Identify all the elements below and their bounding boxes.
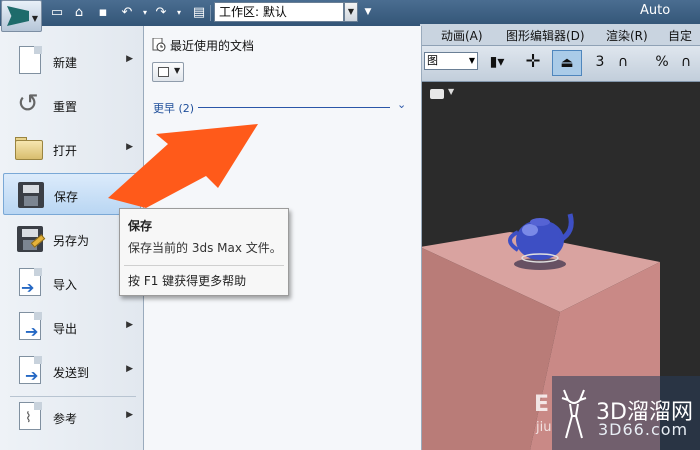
app-title: Auto (640, 3, 671, 18)
export-icon: ➔ (15, 312, 45, 342)
menu-item-label: 另存为 (53, 234, 90, 248)
customize-toolbar-icon[interactable]: ▼ (362, 4, 374, 20)
open-file-icon[interactable]: ⌂ (70, 4, 88, 22)
menu-item-label: 重置 (53, 100, 78, 114)
viewport-menu-icon (430, 89, 444, 99)
workspace-select[interactable]: 工作区: 默认 (214, 2, 344, 22)
submenu-arrow-icon: ▶ (126, 54, 133, 64)
chevron-down-icon[interactable]: ▼ (344, 2, 358, 22)
save-file-icon[interactable]: ▪ (94, 4, 112, 22)
pivot-icon[interactable]: ▮▾ (484, 50, 510, 76)
recent-documents-title: 最近使用的文档 (170, 39, 255, 53)
redo-dropdown-icon[interactable]: ▾ (170, 4, 188, 22)
watermark-fragment-sub: jiu (536, 420, 552, 435)
snap-toggle-icon[interactable]: 3 (592, 50, 608, 76)
annotation-arrow-icon (108, 124, 258, 208)
watermark-fragment: E (534, 392, 550, 417)
menu-item-label: 导入 (53, 278, 78, 292)
deer-logo-icon (561, 389, 587, 439)
undo-icon[interactable]: ↶ (118, 4, 136, 22)
menu-item-send-to[interactable]: ➔ 发送到 ▶ (3, 350, 141, 392)
tooltip-title: 保存 (128, 219, 153, 233)
menu-item-label: 打开 (53, 144, 78, 158)
chevron-down-icon: ▼ (174, 66, 181, 75)
application-button[interactable]: ▼ (1, 0, 42, 32)
3ds-max-logo-icon (7, 6, 29, 26)
collapse-chevron-icon[interactable]: ⌄ (397, 98, 406, 111)
teapot-spout (558, 213, 574, 243)
menu-item-label: 导出 (53, 322, 78, 336)
menu-item-reference[interactable]: ⌇ 参考 ▶ (3, 396, 141, 438)
keyboard-shortcut-override-icon[interactable]: ⏏ (552, 50, 582, 76)
teapot-lid (530, 218, 550, 226)
chevron-down-icon: ▼ (448, 87, 455, 96)
menu-graph-editors[interactable]: 图形编辑器(D) (506, 27, 585, 44)
submenu-arrow-icon: ▶ (126, 410, 133, 420)
menu-item-label: 新建 (53, 56, 78, 70)
percent-snap-icon[interactable]: % (654, 50, 670, 76)
reference-coordinate-value: 图 (427, 54, 438, 67)
watermark-url: 3D66.com (598, 420, 689, 439)
menu-item-new[interactable]: 新建 ▶ (3, 40, 141, 82)
redo-icon[interactable]: ↷ (152, 4, 170, 22)
angle-snap-icon[interactable]: ∩ (612, 50, 634, 76)
toolbar-separator (210, 5, 211, 21)
submenu-arrow-icon: ▶ (126, 320, 133, 330)
recent-documents-icon (152, 38, 166, 52)
tooltip-divider (124, 265, 284, 266)
new-file-icon[interactable]: ▭ (48, 4, 66, 22)
new-document-icon (15, 46, 45, 76)
icon-view-icon (158, 67, 169, 77)
import-icon: ➔ (15, 268, 45, 298)
submenu-arrow-icon: ▶ (126, 364, 133, 374)
recent-group-earlier[interactable]: 更早 (2) (153, 100, 194, 116)
select-manipulate-icon[interactable]: ✛ (520, 50, 546, 76)
project-folder-icon[interactable]: ▤ (190, 4, 208, 22)
tooltip-description: 保存当前的 3ds Max 文件。 (128, 241, 282, 255)
open-folder-icon (15, 134, 45, 164)
title-bar: ▭ ⌂ ▪ ↶ ▾ ↷ ▾ ▤ 工作区: 默认 ▼ ▼ Auto (0, 0, 700, 26)
chevron-down-icon: ▼ (468, 56, 475, 65)
chevron-down-icon: ▼ (31, 14, 38, 23)
spinner-snap-icon[interactable]: ∩ (676, 50, 696, 76)
save-as-icon (15, 224, 46, 254)
tooltip-help: 按 F1 键获得更多帮助 (128, 274, 247, 288)
save-tooltip: 保存 保存当前的 3ds Max 文件。 按 F1 键获得更多帮助 (119, 208, 289, 296)
menu-item-label: 发送到 (53, 366, 90, 380)
reference-coordinate-select[interactable]: 图 ▼ (424, 52, 478, 70)
menu-rendering[interactable]: 渲染(R) (606, 27, 648, 44)
teapot-highlight (522, 224, 538, 236)
menu-item-label: 保存 (54, 190, 79, 204)
reset-icon: ↺ (17, 89, 39, 119)
send-to-icon: ➔ (15, 356, 45, 386)
recent-view-options-button[interactable]: ▼ (152, 62, 184, 82)
menu-item-export[interactable]: ➔ 导出 ▶ (3, 306, 141, 348)
menu-item-label: 参考 (53, 412, 78, 426)
group-divider (198, 107, 390, 108)
reference-icon: ⌇ (15, 402, 45, 432)
menu-animation[interactable]: 动画(A) (441, 27, 483, 44)
viewport-label[interactable]: ▼ (428, 87, 458, 101)
save-icon (16, 180, 46, 210)
